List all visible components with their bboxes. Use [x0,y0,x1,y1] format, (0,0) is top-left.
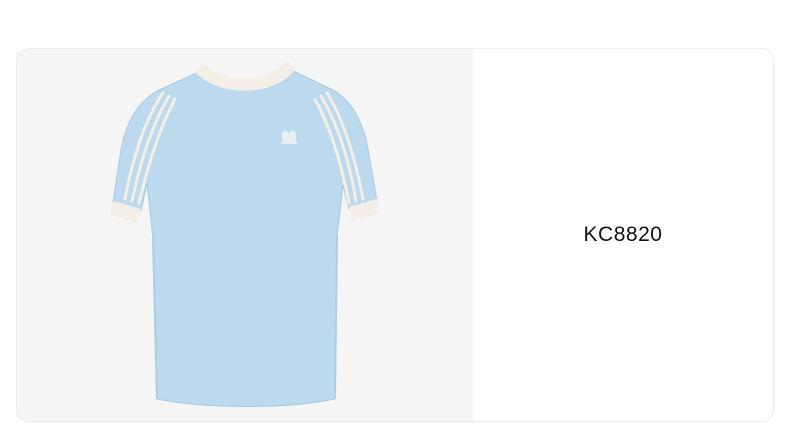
product-info: KC8820 [473,49,773,421]
product-sku: KC8820 [583,223,663,246]
tshirt-icon [110,61,380,407]
product-card[interactable]: KC8820 [16,48,774,422]
product-image[interactable] [17,49,473,421]
